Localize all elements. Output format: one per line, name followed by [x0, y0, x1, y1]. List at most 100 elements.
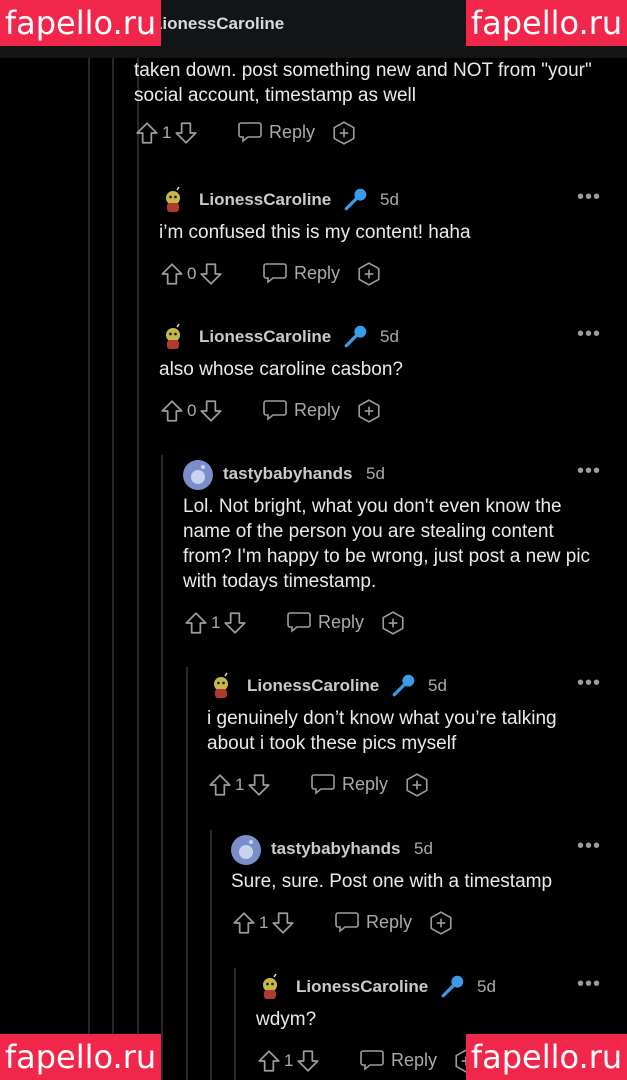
- comment-body: i’m confused this is my content! haha: [159, 222, 471, 243]
- comment-author[interactable]: tastybabyhands: [223, 464, 352, 484]
- more-options-icon[interactable]: •••: [577, 973, 601, 996]
- upvote-icon[interactable]: [159, 261, 185, 287]
- reply-button[interactable]: Reply: [359, 1048, 437, 1072]
- more-options-icon[interactable]: •••: [577, 835, 601, 858]
- comment-author[interactable]: tastybabyhands: [271, 839, 400, 859]
- comment-actions: 1 Reply: [231, 910, 627, 940]
- comment-body: also whose caroline casbon?: [159, 359, 403, 380]
- reply-label: Reply: [391, 1049, 438, 1070]
- reply-label: Reply: [294, 262, 341, 283]
- more-options-icon[interactable]: •••: [577, 323, 601, 346]
- reply-icon: [334, 910, 360, 934]
- downvote-icon[interactable]: [198, 261, 224, 287]
- comment-header: tastybabyhands 5d •••: [231, 833, 627, 865]
- reply-button[interactable]: Reply: [310, 772, 388, 796]
- downvote-icon[interactable]: [295, 1048, 321, 1074]
- award-button[interactable]: [404, 772, 430, 798]
- comment-author[interactable]: LionessCaroline: [247, 676, 379, 696]
- reply-button[interactable]: Reply: [286, 610, 364, 634]
- upvote-icon[interactable]: [256, 1048, 282, 1074]
- vote-score: 1: [235, 775, 245, 794]
- reply-label: Reply: [342, 773, 389, 794]
- default-avatar[interactable]: [183, 460, 213, 490]
- comment-header: LionessCaroline 5d •••: [159, 184, 627, 214]
- thread-line[interactable]: [161, 455, 163, 1080]
- comment: tastybabyhands 5d ••• Lol. Not bright, w…: [183, 458, 627, 640]
- award-button[interactable]: [380, 610, 406, 636]
- vote-controls: 1: [231, 910, 296, 936]
- downvote-icon[interactable]: [198, 398, 224, 424]
- more-options-icon[interactable]: •••: [577, 672, 601, 695]
- more-options-icon[interactable]: •••: [577, 186, 601, 209]
- microphone-icon: [440, 973, 466, 999]
- header-title[interactable]: LionessCaroline: [152, 14, 284, 34]
- comment-time: 5d: [380, 190, 399, 209]
- vote-controls: 0: [159, 261, 224, 287]
- reply-button[interactable]: Reply: [262, 398, 340, 422]
- thread-line[interactable]: [234, 968, 236, 1080]
- upvote-icon[interactable]: [231, 910, 257, 936]
- watermark: fapello.ru: [0, 1034, 161, 1080]
- watermark: fapello.ru: [466, 0, 627, 46]
- award-button[interactable]: [356, 398, 382, 424]
- reply-icon: [310, 772, 336, 796]
- reply-button[interactable]: Reply: [262, 261, 340, 285]
- reply-icon: [359, 1048, 385, 1072]
- downvote-icon[interactable]: [173, 120, 199, 146]
- thread-line[interactable]: [88, 58, 90, 1080]
- snoo-avatar[interactable]: [159, 186, 187, 214]
- vote-controls: 1: [183, 610, 248, 636]
- vote-controls: 1: [207, 772, 272, 798]
- award-button[interactable]: [356, 261, 382, 287]
- vote-score: 1: [211, 613, 221, 632]
- comment: LionessCaroline 5d ••• i genuinely don’t…: [207, 670, 627, 802]
- comment-author[interactable]: LionessCaroline: [199, 327, 331, 347]
- thread-line[interactable]: [186, 667, 188, 1080]
- comment-author[interactable]: LionessCaroline: [199, 190, 331, 210]
- award-button[interactable]: [331, 120, 357, 146]
- award-button[interactable]: [428, 910, 454, 936]
- vote-score: 0: [187, 401, 197, 420]
- upvote-icon[interactable]: [134, 120, 160, 146]
- upvote-icon[interactable]: [159, 398, 185, 424]
- award-plus-icon: [356, 398, 382, 424]
- downvote-icon[interactable]: [246, 772, 272, 798]
- vote-controls: 0: [159, 398, 224, 424]
- comment-body: wdym?: [256, 1009, 317, 1030]
- snoo-avatar[interactable]: [207, 672, 235, 700]
- thread-line[interactable]: [137, 58, 139, 1080]
- default-avatar[interactable]: [231, 835, 261, 865]
- downvote-icon[interactable]: [222, 610, 248, 636]
- snoo-avatar[interactable]: [256, 973, 284, 1001]
- award-plus-icon: [356, 261, 382, 287]
- comment-author[interactable]: LionessCaroline: [296, 977, 428, 997]
- comment-body: taken down. post something new and NOT f…: [134, 60, 592, 106]
- comment-header: LionessCaroline 5d •••: [256, 971, 627, 1001]
- snoo-avatar[interactable]: [159, 323, 187, 351]
- thread-line[interactable]: [112, 58, 114, 1080]
- comment: LionessCaroline 5d ••• also whose caroli…: [159, 321, 627, 428]
- award-plus-icon: [331, 120, 357, 146]
- comment-time: 5d: [380, 327, 399, 346]
- microphone-icon: [343, 323, 369, 349]
- reply-button[interactable]: Reply: [334, 910, 412, 934]
- upvote-icon[interactable]: [207, 772, 233, 798]
- upvote-icon[interactable]: [183, 610, 209, 636]
- comment-time: 5d: [428, 676, 447, 695]
- thread-line[interactable]: [210, 830, 212, 1080]
- downvote-icon[interactable]: [270, 910, 296, 936]
- reply-label: Reply: [269, 121, 316, 142]
- comment-header: LionessCaroline 5d •••: [207, 670, 627, 700]
- more-options-icon[interactable]: •••: [577, 460, 601, 483]
- comment-header: tastybabyhands 5d •••: [183, 458, 627, 490]
- comment-body: Lol. Not bright, what you don't even kno…: [183, 496, 591, 592]
- watermark: fapello.ru: [0, 0, 161, 46]
- comment-body: i genuinely don’t know what you’re talki…: [207, 708, 557, 754]
- comment-time: 5d: [366, 464, 385, 483]
- reply-icon: [237, 120, 263, 144]
- reply-label: Reply: [318, 611, 365, 632]
- reply-label: Reply: [294, 399, 341, 420]
- reply-button[interactable]: Reply: [237, 120, 315, 144]
- award-plus-icon: [380, 610, 406, 636]
- comment-actions: 1 Reply: [183, 610, 627, 640]
